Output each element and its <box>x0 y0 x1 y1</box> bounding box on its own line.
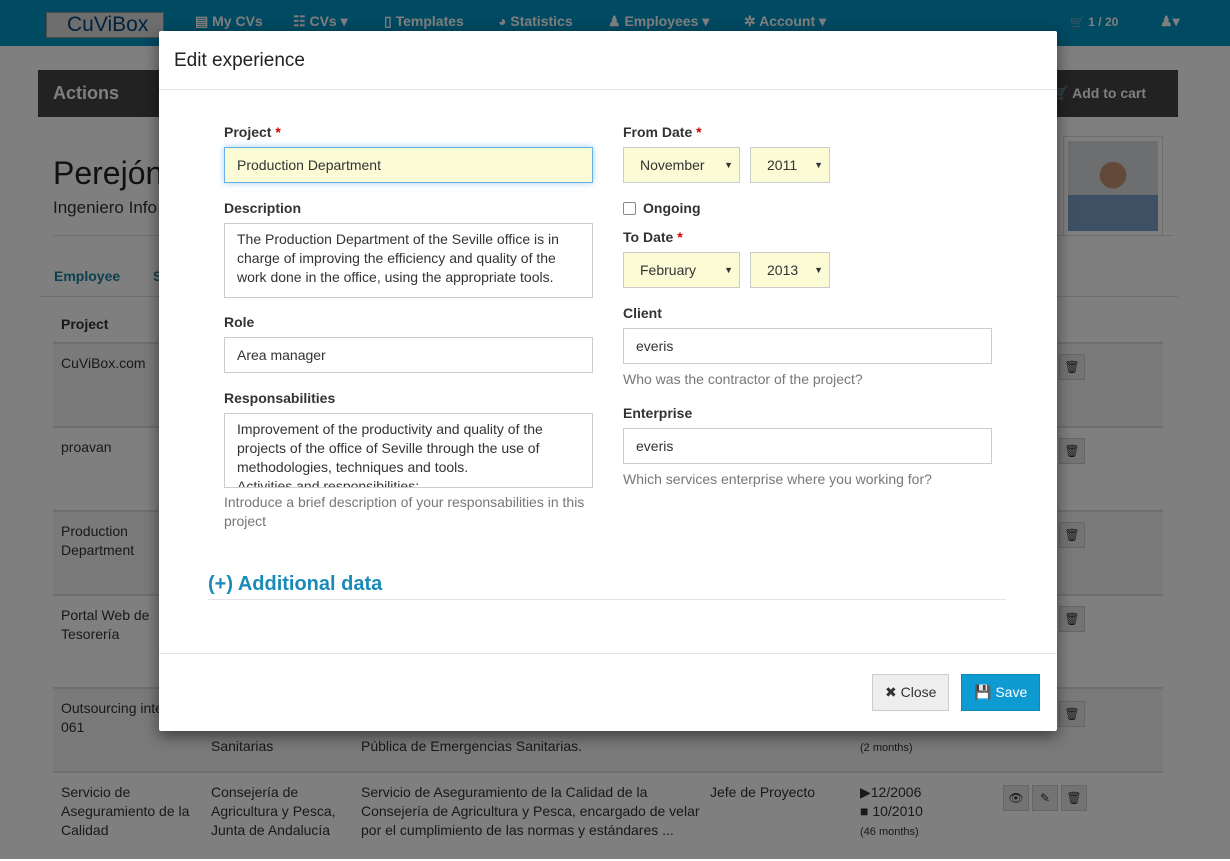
enterprise-input[interactable]: everis <box>623 428 992 464</box>
role-input[interactable]: Area manager <box>224 337 593 373</box>
save-icon: 💾 <box>974 684 992 700</box>
responsabilities-label: Responsabilities <box>224 390 336 406</box>
caret-down-icon: ▼ <box>724 265 733 275</box>
caret-down-icon: ▼ <box>814 160 823 170</box>
client-help: Who was the contractor of the project? <box>623 371 863 387</box>
divider <box>159 89 1057 90</box>
client-label: Client <box>623 305 662 321</box>
project-label: Project * <box>224 124 281 140</box>
from-month-select[interactable]: November ▼ <box>623 147 740 183</box>
description-label: Description <box>224 200 302 216</box>
divider <box>208 599 1006 600</box>
divider <box>159 653 1057 654</box>
edit-experience-modal: Edit experience Project * Production Dep… <box>159 31 1057 731</box>
modal-title: Edit experience <box>174 50 305 71</box>
description-textarea[interactable]: The Production Department of the Seville… <box>224 223 593 298</box>
caret-down-icon: ▼ <box>724 160 733 170</box>
save-button[interactable]: 💾 Save <box>961 674 1041 711</box>
responsabilities-help: Introduce a brief description of your re… <box>224 494 585 529</box>
enterprise-help: Which services enterprise where you work… <box>623 471 932 487</box>
additional-data-toggle[interactable]: (+) Additional data <box>208 573 382 596</box>
ongoing-label: Ongoing <box>643 200 701 216</box>
from-date-label: From Date * <box>623 124 702 140</box>
ongoing-checkbox[interactable] <box>623 202 636 215</box>
to-date-label: To Date * <box>623 229 683 245</box>
close-button[interactable]: ✖ Close <box>872 674 950 711</box>
to-year-select[interactable]: 2013 ▼ <box>750 252 830 288</box>
role-label: Role <box>224 314 255 330</box>
caret-down-icon: ▼ <box>814 265 823 275</box>
to-month-select[interactable]: February ▼ <box>623 252 740 288</box>
client-input[interactable]: everis <box>623 328 992 364</box>
project-input[interactable]: Production Department <box>224 147 593 183</box>
from-year-select[interactable]: 2011 ▼ <box>750 147 830 183</box>
enterprise-label: Enterprise <box>623 405 693 421</box>
responsabilities-textarea[interactable]: Improvement of the productivity and qual… <box>224 413 593 488</box>
close-icon: ✖ <box>885 684 897 700</box>
